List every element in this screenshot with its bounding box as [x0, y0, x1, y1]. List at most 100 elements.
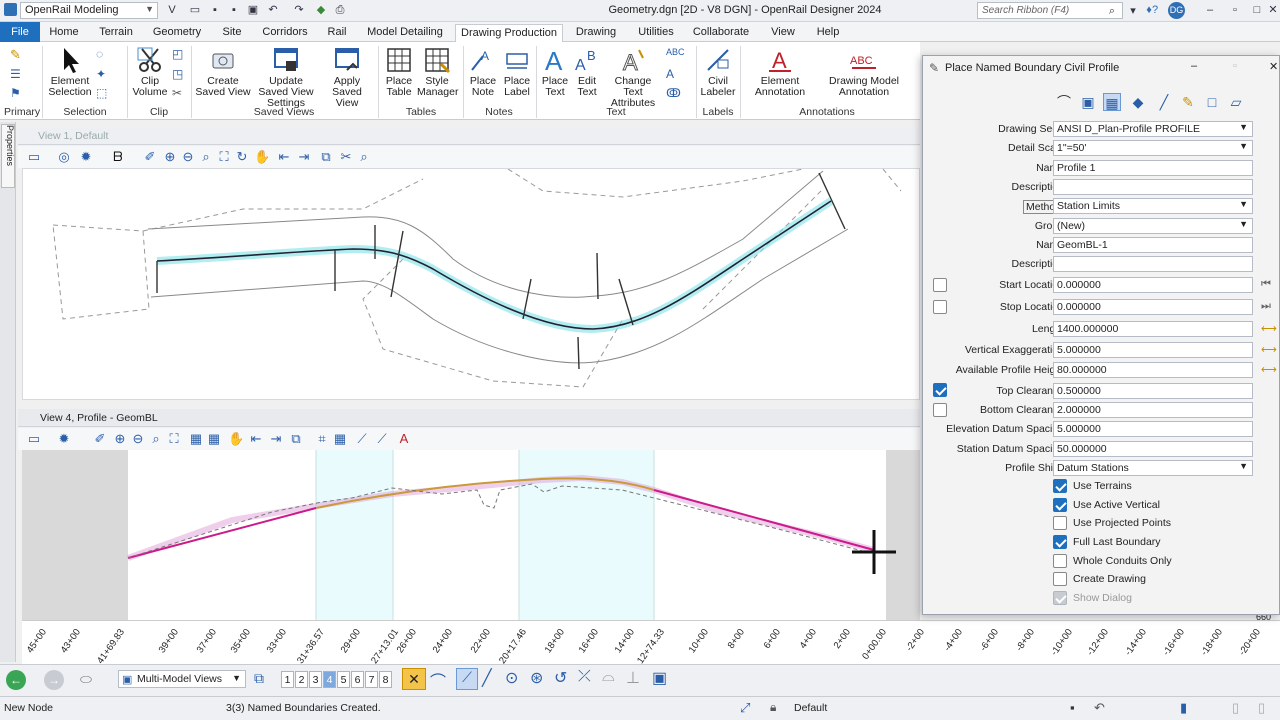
boundary-poly-icon[interactable]: ▱: [1227, 93, 1245, 111]
primary-tool2-icon[interactable]: ⚑: [10, 86, 21, 100]
full-last-boundary-checkbox[interactable]: [1053, 535, 1067, 549]
clip-view-icon[interactable]: ✂: [338, 149, 354, 165]
pick-stop-icon[interactable]: ⏭: [1261, 300, 1271, 313]
update-saved-view-button[interactable]: Update Saved View Settings: [254, 46, 318, 109]
tab-drawing-production[interactable]: Drawing Production: [455, 24, 563, 42]
restore-icon[interactable]: ▫: [1233, 60, 1237, 72]
apply-saved-view-button[interactable]: Apply Saved View: [320, 46, 374, 109]
sun-icon[interactable]: ✹: [56, 431, 72, 447]
window-area-icon[interactable]: ⌕: [198, 149, 214, 165]
view-groups-icon[interactable]: ⧉: [254, 670, 264, 687]
group-select[interactable]: (New) ▼: [1053, 218, 1253, 234]
undo-icon[interactable]: ↶: [266, 3, 280, 17]
restore-icon[interactable]: ▫: [1228, 3, 1242, 17]
view-button-6[interactable]: 6: [351, 671, 364, 688]
display-style-icon[interactable]: ◎: [56, 149, 72, 165]
view-next-icon[interactable]: ⇥: [268, 431, 284, 447]
boundary-line-icon[interactable]: ╱: [1155, 93, 1173, 111]
view-button-7[interactable]: 7: [365, 671, 378, 688]
stop-location-checkbox[interactable]: [933, 300, 947, 314]
view-button-1[interactable]: 1: [281, 671, 294, 688]
profile-view-canvas[interactable]: [22, 450, 920, 620]
boundary-pencil-icon[interactable]: ✎: [1179, 93, 1197, 111]
tab-terrain[interactable]: Terrain: [95, 24, 137, 42]
text-tool3-icon[interactable]: ↂ: [666, 86, 681, 100]
pan-hand-icon[interactable]: ✋: [254, 149, 270, 165]
place-label-button[interactable]: Place Label: [500, 46, 534, 98]
copy-view-icon[interactable]: ⧉: [318, 149, 334, 165]
gap-tool-icon[interactable]: ⊥: [626, 668, 640, 688]
rotate-view-icon[interactable]: ↻: [234, 149, 250, 165]
view-button-2[interactable]: 2: [295, 671, 308, 688]
place-table-button[interactable]: Place Table: [381, 46, 417, 98]
snap-toggle-icon[interactable]: ✕: [402, 668, 426, 690]
pick-start-icon[interactable]: ⏮: [1261, 278, 1271, 291]
close-icon[interactable]: ✕: [1269, 60, 1278, 73]
page-icon[interactable]: ▯: [1232, 700, 1239, 716]
start-location-checkbox[interactable]: [933, 278, 947, 292]
multi-model-views-dropdown[interactable]: ▣ Multi-Model Views ▼: [118, 670, 246, 688]
zoom-region-icon[interactable]: ⌕: [356, 149, 372, 165]
start-location-field[interactable]: 0.000000: [1053, 277, 1253, 293]
primary-list-icon[interactable]: ☰: [10, 67, 21, 81]
tab-site[interactable]: Site: [218, 24, 246, 42]
drawing-model-annotation-button[interactable]: ABC Drawing Model Annotation: [818, 46, 910, 98]
new-file-icon[interactable]: ▭: [188, 3, 202, 17]
zoom-in-icon[interactable]: ⊕: [112, 431, 128, 447]
tab-file[interactable]: File: [0, 22, 40, 42]
models-icon[interactable]: ⬭: [80, 671, 92, 688]
save-settings-icon[interactable]: ▪: [227, 3, 241, 17]
place-note-button[interactable]: A Place Note: [466, 46, 500, 98]
close-icon[interactable]: ✕: [1266, 3, 1280, 17]
view-attributes-icon[interactable]: ▭: [26, 431, 42, 447]
search-icon[interactable]: ⌕: [1105, 4, 1119, 18]
grid-icon[interactable]: ▦: [188, 431, 204, 447]
vertical-exaggeration-field[interactable]: 5.000000: [1053, 342, 1253, 358]
minimize-icon[interactable]: –: [1191, 60, 1197, 72]
clip-volume-button[interactable]: Clip Volume: [130, 46, 170, 98]
target-tool-icon[interactable]: ⊛: [530, 668, 543, 688]
table2-icon[interactable]: ▦: [332, 431, 348, 447]
view-button-4[interactable]: 4: [323, 671, 336, 688]
plan-view-canvas[interactable]: [22, 168, 920, 400]
profile-shifts-select[interactable]: Datum Stations ▼: [1053, 460, 1253, 476]
tab-rail[interactable]: Rail: [324, 24, 350, 42]
bottom-clearance-checkbox[interactable]: [933, 403, 947, 417]
clip-tool3-icon[interactable]: ✂: [172, 86, 182, 100]
top-clearance-field[interactable]: 0.500000: [1053, 383, 1253, 399]
available-profile-height-field[interactable]: 80.000000: [1053, 362, 1253, 378]
elevation-datum-spacing-field[interactable]: 5.000000: [1053, 421, 1253, 437]
select-box-icon[interactable]: ⬚: [96, 86, 107, 100]
use-terrains-checkbox[interactable]: [1053, 479, 1067, 493]
length-field[interactable]: 1400.000000: [1053, 321, 1253, 337]
profile-graph2-icon[interactable]: ⟋: [374, 431, 390, 447]
zoom-out-icon[interactable]: ⊖: [180, 149, 196, 165]
clip-tool2-icon[interactable]: ◳: [172, 67, 183, 81]
boundary-profile-icon[interactable]: ▦: [1103, 93, 1121, 111]
fence-tool-icon[interactable]: ▣: [652, 668, 667, 688]
view-next-icon[interactable]: ⇥: [296, 149, 312, 165]
minimize-icon[interactable]: –: [1203, 3, 1217, 17]
help-icon[interactable]: ?: [1148, 3, 1162, 17]
fit-view-icon[interactable]: ⛶: [166, 431, 182, 447]
tab-geometry[interactable]: Geometry: [150, 24, 204, 42]
tab-utilities[interactable]: Utilities: [634, 24, 678, 42]
group-name-field[interactable]: GeomBL-1: [1053, 237, 1253, 253]
brush-icon[interactable]: ✐: [142, 149, 158, 165]
boundary-3d-icon[interactable]: ▣: [1079, 93, 1097, 111]
style-manager-button[interactable]: Style Manager: [417, 46, 458, 98]
spelling-icon[interactable]: ABC: [666, 47, 685, 57]
name-field[interactable]: Profile 1: [1053, 160, 1253, 176]
element-selection-button[interactable]: Element Selection: [46, 46, 94, 98]
primary-tool-icon[interactable]: ✎: [10, 47, 21, 63]
use-active-vertical-checkbox[interactable]: [1053, 498, 1067, 512]
maximize-icon[interactable]: □: [1250, 3, 1264, 17]
civil-labeler-button[interactable]: Civil Labeler: [699, 46, 737, 98]
clip-tool1-icon[interactable]: ◰: [172, 47, 183, 61]
model-icon[interactable]: ◆: [314, 3, 328, 17]
zoom-in-icon[interactable]: ⊕: [162, 149, 178, 165]
save-as-icon[interactable]: ▣: [246, 3, 260, 17]
tab-home[interactable]: Home: [44, 24, 84, 42]
use-projected-points-checkbox[interactable]: [1053, 516, 1067, 530]
lock-length-icon[interactable]: ⟷: [1261, 322, 1277, 335]
